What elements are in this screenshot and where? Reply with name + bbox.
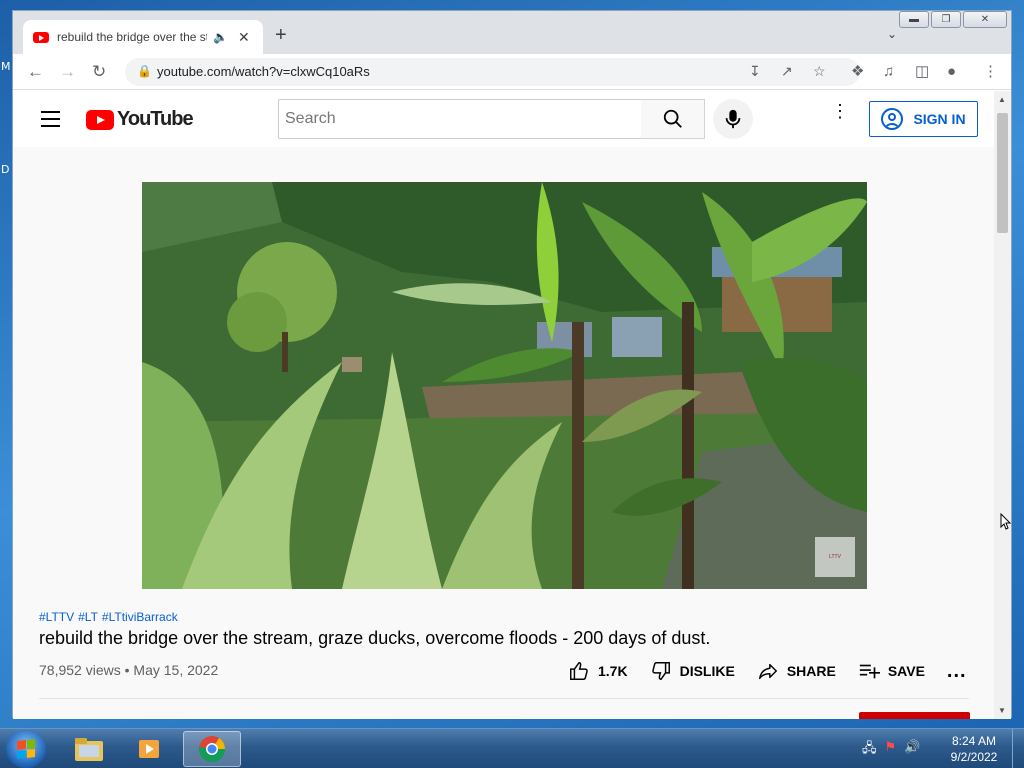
desktop-icon-label-fragment[interactable]: D xyxy=(1,163,9,176)
minimize-button[interactable]: ▬ xyxy=(899,11,929,28)
speaker-icon[interactable]: 🔈 xyxy=(213,30,228,44)
clock-date: 9/2/2022 xyxy=(950,750,998,764)
address-bar-url[interactable]: youtube.com/watch?v=clxwCq10aRs xyxy=(157,64,370,79)
page-viewport: YouTube Search ⋮ SIGN IN LTTV #LTTV #LT … xyxy=(13,91,996,719)
share-button[interactable]: SHARE xyxy=(757,660,836,682)
windows-logo-icon xyxy=(17,739,35,759)
tab-search-chevron-icon[interactable]: ⌄ xyxy=(887,27,897,41)
browser-menu-kebab-icon[interactable]: ⋮ xyxy=(983,62,998,82)
video-player[interactable]: LTTV xyxy=(142,182,867,589)
start-button[interactable] xyxy=(6,730,46,768)
folder-icon xyxy=(75,738,103,761)
tab-title: rebuild the bridge over the stream, graz… xyxy=(57,30,207,44)
search-icon xyxy=(663,109,682,128)
voice-search-button[interactable] xyxy=(713,99,753,139)
media-controls-icon[interactable]: ♫ xyxy=(883,62,894,82)
system-tray: 🖧 ⚑ 🔊 xyxy=(862,739,920,761)
sign-in-label: SIGN IN xyxy=(913,111,966,127)
tab-strip: rebuild the bridge over the stream, graz… xyxy=(13,11,1011,54)
forward-arrow-icon[interactable]: → xyxy=(59,62,76,82)
browser-window: rebuild the bridge over the stream, graz… xyxy=(12,10,1012,719)
install-app-icon[interactable]: ↧ xyxy=(749,63,761,80)
video-actions: 1.7K DISLIKE SHARE SAVE ... xyxy=(568,655,967,687)
close-window-button[interactable]: ✕ xyxy=(963,11,1007,28)
settings-kebab-icon[interactable]: ⋮ xyxy=(831,102,849,120)
upload-date: May 15, 2022 xyxy=(133,662,219,678)
add-to-playlist-icon xyxy=(859,664,880,679)
video-frame-thumbnail xyxy=(142,182,867,589)
hamburger-menu-icon[interactable] xyxy=(41,111,60,132)
side-panel-icon[interactable]: ◫ xyxy=(915,62,929,82)
action-center-flag-icon[interactable]: ⚑ xyxy=(885,739,897,761)
dislike-label: DISLIKE xyxy=(679,663,735,679)
hashtag-link[interactable]: #LTtiviBarrack xyxy=(102,610,178,624)
browser-tab-active[interactable]: rebuild the bridge over the stream, graz… xyxy=(23,20,263,54)
share-label: SHARE xyxy=(786,663,836,679)
hashtag-list: #LTTV #LT #LTtiviBarrack xyxy=(39,610,182,624)
youtube-logo[interactable]: YouTube xyxy=(86,108,194,131)
show-desktop-button[interactable] xyxy=(1012,729,1024,768)
more-actions-icon[interactable]: ... xyxy=(947,660,967,683)
save-label: SAVE xyxy=(887,663,925,679)
youtube-wordmark: YouTube xyxy=(117,108,194,130)
dislike-button[interactable]: DISLIKE xyxy=(650,660,735,682)
tab-close-icon[interactable]: ✕ xyxy=(238,29,250,46)
hashtag-link[interactable]: #LTTV xyxy=(39,610,74,624)
youtube-masthead: YouTube Search ⋮ SIGN IN xyxy=(13,91,996,147)
bookmark-star-icon[interactable]: ☆ xyxy=(813,63,826,80)
youtube-favicon-icon xyxy=(33,31,49,43)
new-tab-plus-icon[interactable]: + xyxy=(275,25,287,45)
back-arrow-icon[interactable]: ← xyxy=(27,62,44,82)
save-button[interactable]: SAVE xyxy=(858,660,925,682)
clock-time: 8:24 AM xyxy=(951,734,997,748)
hashtag-link[interactable]: #LT xyxy=(78,610,98,624)
lock-icon[interactable]: 🔒 xyxy=(137,64,152,78)
section-divider xyxy=(39,698,969,699)
reload-icon[interactable]: ↻ xyxy=(92,62,106,82)
share-page-icon[interactable]: ↗ xyxy=(781,63,793,80)
view-count: 78,952 views xyxy=(39,662,121,678)
microphone-icon xyxy=(725,109,741,129)
scroll-up-arrow-icon[interactable]: ▲ xyxy=(998,95,1006,104)
chrome-logo-icon xyxy=(198,736,226,763)
youtube-play-logo-icon xyxy=(86,109,114,130)
volume-icon[interactable]: 🔊 xyxy=(904,739,920,761)
system-clock[interactable]: 8:24 AM 9/2/2022 xyxy=(944,733,1004,765)
desktop-icon-label-fragment[interactable]: M xyxy=(1,60,11,73)
like-button[interactable]: 1.7K xyxy=(568,660,628,682)
scroll-down-arrow-icon[interactable]: ▼ xyxy=(998,706,1006,715)
taskbar-media-player[interactable] xyxy=(121,731,179,767)
scrollbar-thumb[interactable] xyxy=(997,113,1008,233)
profile-avatar-icon[interactable]: ● xyxy=(947,62,956,82)
video-meta[interactable]: 78,952 views • May 15, 2022 xyxy=(39,662,218,678)
taskbar-chrome[interactable] xyxy=(183,731,241,767)
media-player-icon xyxy=(139,740,159,758)
sign-in-button[interactable]: SIGN IN xyxy=(869,101,978,137)
channel-watermark[interactable]: LTTV xyxy=(815,537,855,577)
taskbar-file-explorer[interactable] xyxy=(60,731,118,767)
window-controls: ▬ ❐ ✕ xyxy=(897,11,1007,28)
extensions-puzzle-icon[interactable]: ❖ xyxy=(851,62,864,82)
mouse-cursor-icon xyxy=(1000,513,1012,530)
search-button[interactable] xyxy=(641,99,705,139)
windows-taskbar: 🖧 ⚑ 🔊 8:24 AM 9/2/2022 xyxy=(0,728,1024,768)
thumbs-down-icon xyxy=(651,662,670,680)
page-scrollbar[interactable]: ▲ ▼ xyxy=(994,91,1011,719)
browser-toolbar: ← → ↻ 🔒 youtube.com/watch?v=clxwCq10aRs … xyxy=(13,54,1011,90)
video-title: rebuild the bridge over the stream, graz… xyxy=(39,628,711,648)
share-arrow-icon xyxy=(758,663,777,680)
network-icon[interactable]: 🖧 xyxy=(862,739,877,761)
maximize-button[interactable]: ❐ xyxy=(931,11,961,28)
subscribe-button-partial[interactable] xyxy=(859,712,970,719)
thumbs-up-icon xyxy=(570,662,588,680)
address-bar[interactable]: 🔒 youtube.com/watch?v=clxwCq10aRs ↧ ↗ ☆ xyxy=(125,58,860,86)
like-count: 1.7K xyxy=(598,663,628,679)
search-input[interactable]: Search xyxy=(278,99,642,139)
account-circle-icon xyxy=(881,108,904,130)
